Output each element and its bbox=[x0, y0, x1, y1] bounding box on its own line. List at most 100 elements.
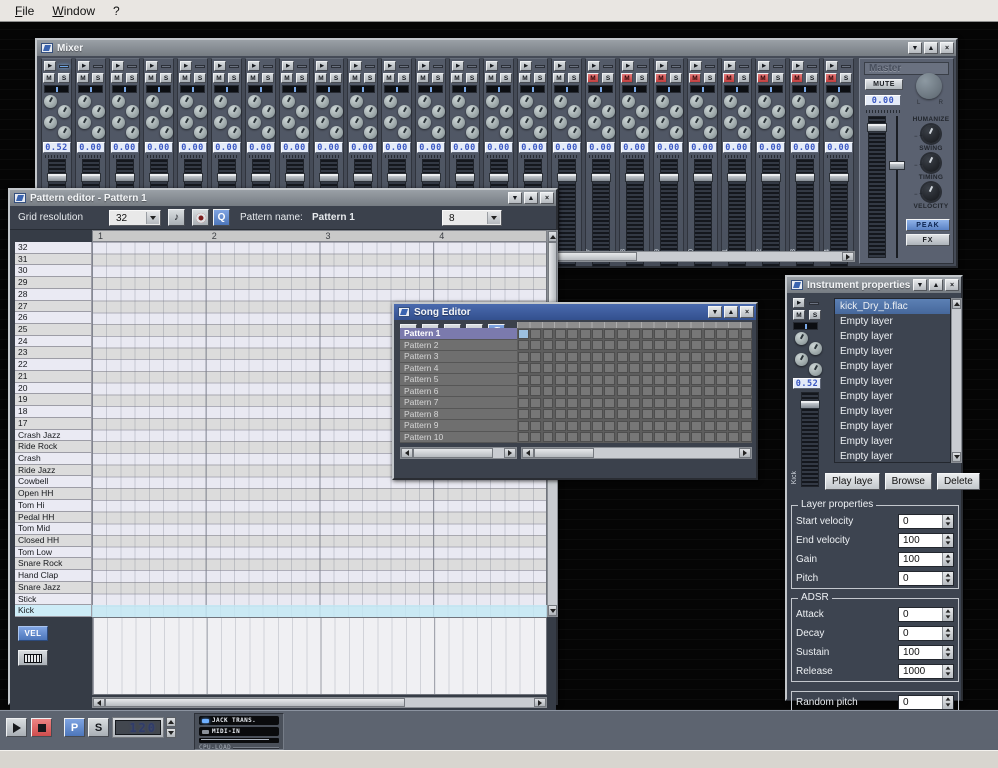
layer-list-scrollbar[interactable] bbox=[951, 298, 962, 463]
pattern-row-label[interactable]: Stick bbox=[15, 594, 92, 606]
layer-row[interactable]: kick_Dry_b.flac bbox=[835, 299, 950, 314]
fx-send-knob[interactable] bbox=[316, 116, 329, 129]
sequence-cell[interactable] bbox=[691, 340, 702, 350]
sequence-cell[interactable] bbox=[666, 340, 677, 350]
strip-solo-button[interactable]: S bbox=[806, 73, 818, 83]
fx-send-knob[interactable] bbox=[296, 105, 309, 118]
sequence-cell[interactable] bbox=[629, 421, 640, 431]
fx-send-knob[interactable] bbox=[248, 116, 261, 129]
fx-send-knob[interactable] bbox=[809, 363, 822, 376]
strip-pan-slider[interactable] bbox=[316, 85, 341, 93]
fx-send-knob[interactable] bbox=[228, 126, 241, 139]
strip-mute-button[interactable]: M bbox=[689, 73, 701, 83]
strip-pan-slider[interactable] bbox=[520, 85, 545, 93]
sequence-cell[interactable] bbox=[666, 421, 677, 431]
sequence-cell[interactable] bbox=[518, 386, 529, 396]
fx-send-knob[interactable] bbox=[795, 353, 808, 366]
sequence-cell[interactable] bbox=[666, 398, 677, 408]
strip-play-button[interactable]: ▶ bbox=[248, 61, 260, 71]
pattern-row-label[interactable]: 22 bbox=[15, 359, 92, 371]
strip-play-button[interactable]: ▶ bbox=[316, 61, 328, 71]
strip-mute-button[interactable]: M bbox=[655, 73, 667, 83]
strip-pan-slider[interactable] bbox=[724, 85, 749, 93]
strip-solo-button[interactable]: S bbox=[364, 73, 376, 83]
fx-send-knob[interactable] bbox=[126, 126, 139, 139]
fx-send-knob[interactable] bbox=[112, 116, 125, 129]
strip-mute-button[interactable]: M bbox=[145, 73, 157, 83]
sequence-cell[interactable] bbox=[629, 363, 640, 373]
strip-play-button[interactable]: ▶ bbox=[554, 61, 566, 71]
fader-handle[interactable] bbox=[727, 173, 747, 182]
strip-solo-button[interactable]: S bbox=[568, 73, 580, 83]
sequence-cell[interactable] bbox=[518, 363, 529, 373]
fx-send-knob[interactable] bbox=[738, 126, 751, 139]
sequence-cell[interactable] bbox=[642, 375, 653, 385]
sequence-cell[interactable] bbox=[530, 409, 541, 419]
song-sequence-grid[interactable] bbox=[517, 328, 752, 443]
quantize-button[interactable]: Q bbox=[213, 209, 230, 226]
strip-pan-slider[interactable] bbox=[622, 85, 647, 93]
strip-pan-slider[interactable] bbox=[180, 85, 205, 93]
strip-solo-button[interactable]: S bbox=[262, 73, 274, 83]
pattern-row-label[interactable]: Closed HH bbox=[15, 535, 92, 547]
expand-button[interactable]: ▲ bbox=[524, 192, 538, 204]
sequence-cell[interactable] bbox=[617, 340, 628, 350]
strip-pan-slider[interactable] bbox=[554, 85, 579, 93]
strip-pan-slider[interactable] bbox=[78, 85, 103, 93]
fx-send-knob[interactable] bbox=[92, 105, 105, 118]
scroll-left-arrow[interactable] bbox=[522, 448, 534, 458]
pattern-row-label[interactable]: Ride Jazz bbox=[15, 465, 92, 477]
fader-handle[interactable] bbox=[800, 400, 820, 409]
sequence-cell[interactable] bbox=[617, 363, 628, 373]
play-button[interactable] bbox=[6, 718, 27, 737]
strip-play-button[interactable]: ▶ bbox=[656, 61, 668, 71]
fx-send-knob[interactable] bbox=[466, 105, 479, 118]
sequence-cell[interactable] bbox=[617, 409, 628, 419]
instrument-properties-titlebar[interactable]: Instrument properties ▼ ▲ × bbox=[787, 277, 961, 293]
sequence-cell[interactable] bbox=[679, 386, 690, 396]
sequence-cell[interactable] bbox=[741, 386, 752, 396]
sequence-cell[interactable] bbox=[642, 421, 653, 431]
bpm-down-button[interactable] bbox=[166, 728, 176, 738]
fx-send-knob[interactable] bbox=[520, 95, 533, 108]
fx-send-knob[interactable] bbox=[160, 126, 173, 139]
chevron-down-icon[interactable] bbox=[487, 212, 500, 224]
strip-pan-slider[interactable] bbox=[588, 85, 613, 93]
sequence-cell[interactable] bbox=[629, 398, 640, 408]
fx-send-knob[interactable] bbox=[282, 95, 295, 108]
fx-send-knob[interactable] bbox=[806, 105, 819, 118]
sequence-cell[interactable] bbox=[716, 409, 727, 419]
sequence-cell[interactable] bbox=[654, 340, 665, 350]
strip-solo-button[interactable]: S bbox=[466, 73, 478, 83]
strip-mute-button[interactable]: M bbox=[179, 73, 191, 83]
sequence-cell[interactable] bbox=[728, 375, 739, 385]
song-pattern-row[interactable]: Pattern 10 bbox=[400, 432, 517, 444]
strip-pan-slider[interactable] bbox=[350, 85, 375, 93]
fx-send-knob[interactable] bbox=[432, 105, 445, 118]
song-pattern-row[interactable]: Pattern 2 bbox=[400, 340, 517, 352]
sequence-cell[interactable] bbox=[530, 421, 541, 431]
strip-play-button[interactable]: ▶ bbox=[792, 61, 804, 71]
spin-down-button[interactable] bbox=[943, 540, 953, 547]
strip-pan-slider[interactable] bbox=[792, 85, 817, 93]
layer-row[interactable]: Empty layer bbox=[835, 389, 950, 404]
fx-send-knob[interactable] bbox=[806, 126, 819, 139]
sequence-cell[interactable] bbox=[543, 375, 554, 385]
sequence-cell[interactable] bbox=[728, 398, 739, 408]
velocity-lane[interactable] bbox=[92, 617, 547, 695]
fx-send-knob[interactable] bbox=[126, 105, 139, 118]
close-icon[interactable]: × bbox=[940, 42, 954, 54]
strip-solo-button[interactable]: S bbox=[772, 73, 784, 83]
sequence-cell[interactable] bbox=[741, 421, 752, 431]
sequence-cell[interactable] bbox=[530, 340, 541, 350]
fx-send-knob[interactable] bbox=[792, 95, 805, 108]
menu-item-window[interactable]: Window bbox=[43, 2, 104, 20]
sequence-cell[interactable] bbox=[604, 352, 615, 362]
pattern-list-scrollbar[interactable] bbox=[400, 447, 517, 459]
strip-pan-slider[interactable] bbox=[486, 85, 511, 93]
sequence-cell[interactable] bbox=[716, 363, 727, 373]
fx-send-knob[interactable] bbox=[534, 126, 547, 139]
humanize-timing-knob[interactable] bbox=[922, 154, 940, 172]
fader-handle[interactable] bbox=[829, 173, 849, 182]
sequence-cell[interactable] bbox=[728, 340, 739, 350]
